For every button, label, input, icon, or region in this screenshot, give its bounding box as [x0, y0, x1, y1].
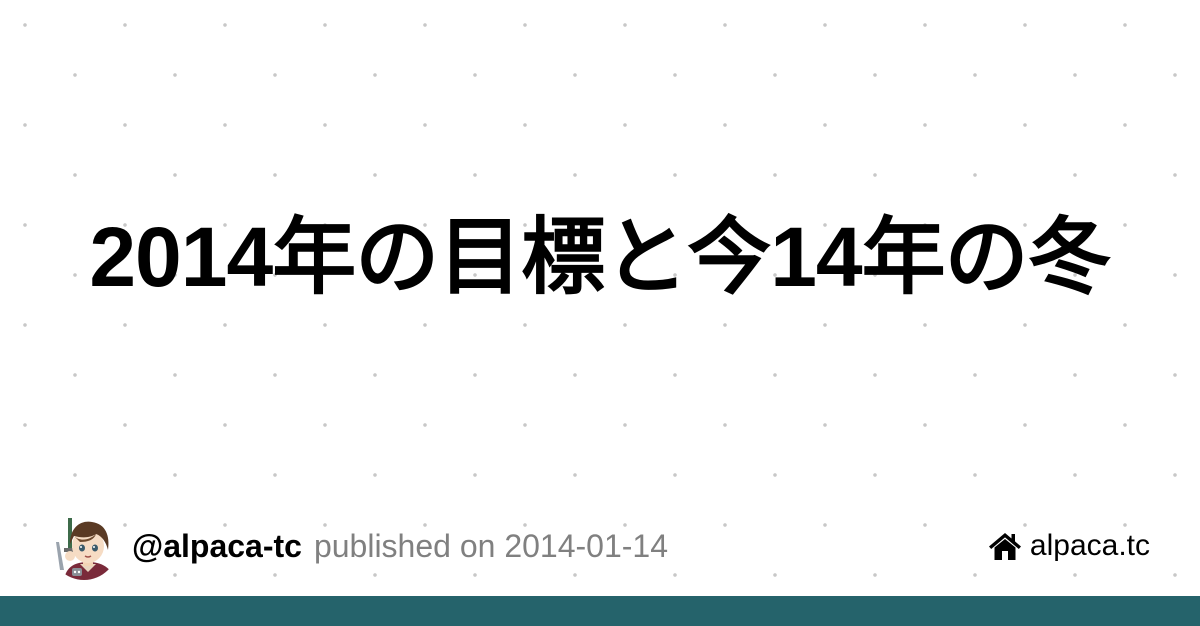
post-title: 2014年の目標と今14年の冬	[89, 209, 1111, 304]
avatar-illustration-icon	[50, 512, 118, 580]
author-handle[interactable]: @alpaca-tc	[132, 528, 302, 565]
site-link[interactable]: alpaca.tc	[988, 529, 1150, 563]
author-block: @alpaca-tc published on 2014-01-14	[50, 512, 668, 580]
footer: @alpaca-tc published on 2014-01-14 alpac…	[50, 512, 1150, 580]
published-date: published on 2014-01-14	[313, 527, 668, 564]
home-icon	[988, 533, 1021, 560]
title-area: 2014年の目標と今14年の冬	[0, 0, 1200, 500]
bottom-bar	[0, 596, 1200, 626]
author-avatar[interactable]	[50, 512, 118, 580]
site-label: alpaca.tc	[1029, 529, 1150, 562]
